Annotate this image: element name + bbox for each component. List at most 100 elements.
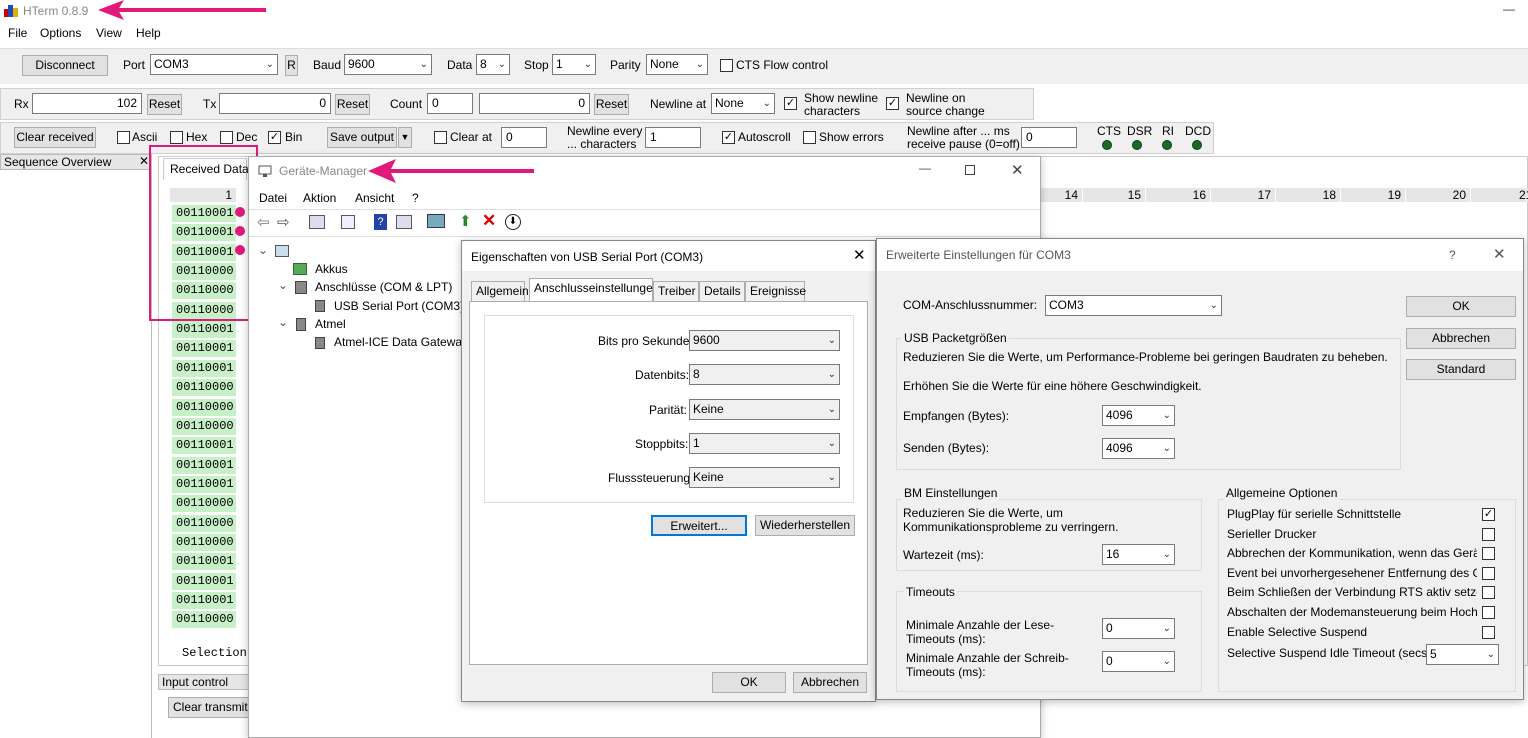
- menu-file[interactable]: File: [8, 26, 27, 40]
- general-option-checkbox[interactable]: [1482, 586, 1495, 600]
- show-errors-checkbox[interactable]: [803, 131, 816, 144]
- abbrechen-button[interactable]: Abbrechen: [793, 672, 867, 693]
- list-view-icon[interactable]: [341, 215, 355, 229]
- stopbits-select[interactable]: 1 ⌄: [689, 433, 840, 454]
- disable-device-icon[interactable]: ⬇: [505, 214, 521, 230]
- idle-timeout-select[interactable]: 5 ⌄: [1426, 644, 1499, 665]
- databits-select[interactable]: 8 ⌄: [689, 364, 840, 385]
- tree-collapse-icon[interactable]: ⌄: [258, 243, 268, 257]
- tree-item-anschluesse[interactable]: Anschlüsse (COM & LPT): [315, 280, 452, 294]
- newline-at-select[interactable]: None ⌄: [711, 93, 775, 114]
- erweitert-button[interactable]: Erweitert...: [651, 515, 747, 536]
- menu-view[interactable]: View: [96, 26, 122, 40]
- clear-received-button[interactable]: Clear received: [14, 127, 96, 148]
- hex-checkbox[interactable]: [170, 131, 183, 144]
- close-icon[interactable]: ✕: [853, 246, 866, 264]
- schreib-timeouts-select[interactable]: 0 ⌄: [1102, 651, 1175, 672]
- menu-aktion[interactable]: Aktion: [303, 191, 336, 205]
- bits-per-second-select[interactable]: 9600 ⌄: [689, 330, 840, 351]
- abbrechen-button[interactable]: Abbrechen: [1406, 328, 1516, 349]
- minimize-icon[interactable]: —: [1503, 2, 1515, 16]
- parity-select[interactable]: None ⌄: [646, 54, 708, 75]
- window-view-icon[interactable]: [396, 215, 412, 229]
- cts-flow-checkbox[interactable]: [720, 59, 733, 72]
- update-driver-icon[interactable]: ⬆: [459, 212, 472, 230]
- flow-control-select[interactable]: Keine ⌄: [689, 467, 840, 488]
- clear-at-checkbox[interactable]: [434, 131, 447, 144]
- back-icon[interactable]: ⇦: [257, 213, 270, 231]
- show-newline-checkbox[interactable]: ✓: [784, 97, 797, 110]
- refresh-port-button[interactable]: R: [285, 55, 298, 76]
- general-option-checkbox[interactable]: [1482, 625, 1495, 639]
- count-spinner[interactable]: 0: [427, 93, 473, 114]
- ascii-checkbox[interactable]: [117, 131, 130, 144]
- menu-ansicht[interactable]: Ansicht: [355, 191, 394, 205]
- tab-treiber[interactable]: Treiber: [653, 281, 699, 301]
- disconnect-button[interactable]: Disconnect: [22, 55, 108, 76]
- save-output-dropdown-icon[interactable]: ▼: [398, 127, 412, 148]
- close-icon[interactable]: ✕: [1011, 161, 1024, 179]
- wiederherstellen-button[interactable]: Wiederherstellen: [755, 515, 855, 536]
- general-option-checkbox[interactable]: [1482, 606, 1495, 619]
- newline-at-label: Newline at: [650, 97, 707, 111]
- tree-item-usb-serial[interactable]: USB Serial Port (COM3): [334, 299, 464, 313]
- tab-details[interactable]: Details: [699, 281, 745, 301]
- column-header: 15: [1083, 188, 1145, 202]
- general-option-checkbox[interactable]: [1482, 566, 1495, 580]
- stop-select[interactable]: 1 ⌄: [552, 54, 596, 75]
- help-icon[interactable]: ?: [1449, 248, 1456, 262]
- empfangen-select[interactable]: 4096 ⌄: [1102, 405, 1175, 426]
- minimize-icon[interactable]: —: [919, 161, 931, 175]
- parity-select[interactable]: Keine ⌄: [689, 399, 840, 420]
- sequence-overview-close-icon[interactable]: ✕: [139, 154, 149, 168]
- count-reset-button[interactable]: Reset: [594, 94, 629, 115]
- tree-collapse-icon[interactable]: ⌄: [278, 315, 288, 329]
- newline-every-spinner[interactable]: 1: [645, 127, 701, 148]
- lese-timeouts-select[interactable]: 0 ⌄: [1102, 618, 1175, 639]
- data-select[interactable]: 8 ⌄: [476, 54, 510, 75]
- tree-collapse-icon[interactable]: ⌄: [278, 278, 288, 292]
- general-option-checkbox[interactable]: [1482, 547, 1495, 561]
- ascii-label: Ascii: [132, 130, 158, 144]
- close-icon[interactable]: ✕: [1493, 245, 1506, 263]
- menu-help[interactable]: ?: [412, 191, 419, 205]
- autoscroll-checkbox[interactable]: ✓: [722, 131, 735, 144]
- idle-timeout-label: Selective Suspend Idle Timeout (secs):: [1227, 646, 1435, 660]
- dec-checkbox[interactable]: [220, 131, 233, 144]
- uninstall-icon[interactable]: ✕: [482, 211, 496, 231]
- maximize-icon[interactable]: [965, 165, 975, 175]
- tab-anschlusseinstellungen[interactable]: Anschlusseinstellungen: [529, 278, 659, 302]
- newline-on-source-checkbox[interactable]: ✓: [886, 97, 899, 110]
- forward-icon[interactable]: ⇨: [277, 213, 290, 231]
- tx-reset-button[interactable]: Reset: [335, 94, 370, 115]
- menu-datei[interactable]: Datei: [259, 191, 287, 205]
- general-option-checkbox[interactable]: ✓: [1482, 508, 1495, 521]
- baud-select[interactable]: 9600 ⌄: [344, 54, 432, 75]
- tab-allgemein[interactable]: Allgemein: [471, 281, 529, 301]
- properties-view-icon[interactable]: [309, 215, 325, 229]
- save-output-button[interactable]: Save output: [327, 127, 397, 148]
- general-option-checkbox[interactable]: [1482, 527, 1495, 541]
- tree-item-atmel-ice[interactable]: Atmel-ICE Data Gateway: [334, 335, 468, 349]
- standard-button[interactable]: Standard: [1406, 359, 1516, 380]
- bin-checkbox[interactable]: ✓: [268, 131, 281, 144]
- wartezeit-select[interactable]: 16 ⌄: [1102, 544, 1175, 565]
- clear-at-spinner[interactable]: 0: [501, 127, 547, 148]
- help-book-icon[interactable]: ?: [374, 214, 387, 230]
- received-data-row: 00110000: [172, 398, 236, 416]
- menu-help[interactable]: Help: [136, 26, 161, 40]
- senden-select[interactable]: 4096 ⌄: [1102, 438, 1175, 459]
- monitor-scan-icon[interactable]: [427, 214, 445, 228]
- tree-item-akkus[interactable]: Akkus: [315, 262, 348, 276]
- com-port-number-select[interactable]: COM3 ⌄: [1045, 295, 1222, 316]
- clear-transmit-button[interactable]: Clear transmit: [168, 697, 252, 718]
- rx-reset-button[interactable]: Reset: [147, 94, 182, 115]
- port-select[interactable]: COM3 ⌄: [150, 54, 278, 75]
- general-options-title: Allgemeine Optionen: [1224, 486, 1340, 500]
- menu-options[interactable]: Options: [40, 26, 81, 40]
- tab-ereignisse[interactable]: Ereignisse: [745, 281, 806, 301]
- tree-item-atmel[interactable]: Atmel: [315, 317, 346, 331]
- newline-after-spinner[interactable]: 0: [1021, 127, 1077, 148]
- ok-button[interactable]: OK: [1406, 296, 1516, 317]
- ok-button[interactable]: OK: [712, 672, 786, 693]
